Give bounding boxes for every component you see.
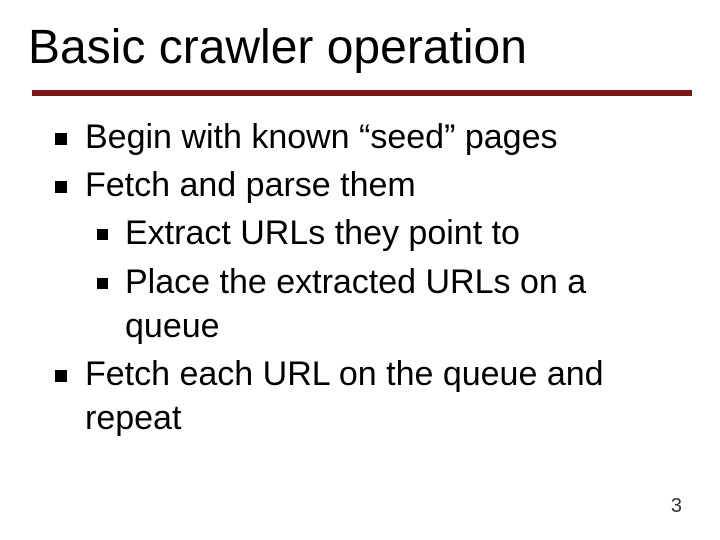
page-number: 3 [671,495,682,518]
square-bullet-icon [97,278,108,289]
title-underline [32,90,692,96]
square-bullet-icon [55,133,67,145]
bullet-text: Extract URLs they point to [125,214,520,252]
bullet-level1: Fetch each URL on the queue and repeat [55,352,675,440]
slide-body: Begin with known “seed” pages Fetch and … [55,115,675,444]
bullet-level1: Begin with known “seed” pages [55,115,675,159]
bullet-text: Place the extracted URLs on a queue [125,263,586,345]
bullet-level1: Fetch and parse them [55,163,675,207]
slide: Basic crawler operation Begin with known… [0,0,720,540]
bullet-level2: Extract URLs they point to [55,211,675,255]
square-bullet-icon [55,181,67,193]
bullet-level2: Place the extracted URLs on a queue [55,260,675,348]
square-bullet-icon [55,370,67,382]
square-bullet-icon [97,229,108,240]
bullet-text: Fetch each URL on the queue and repeat [85,355,604,437]
bullet-text: Begin with known “seed” pages [85,118,558,156]
bullet-text: Fetch and parse them [85,166,416,204]
page-title: Basic crawler operation [28,20,527,75]
